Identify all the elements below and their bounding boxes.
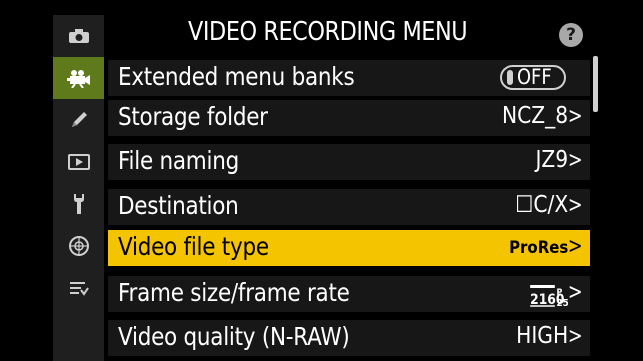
- menu-item-label: Video file type: [118, 232, 269, 261]
- menu-header: VIDEO RECORDING MENU ?: [104, 15, 600, 55]
- camera-menu-screen: VIDEO RECORDING MENU ? Extended menu ban…: [0, 0, 643, 361]
- toggle-knob: [507, 70, 513, 85]
- chevron-right-icon: >: [567, 280, 583, 305]
- menu-item-frame-size-frame-rate[interactable]: Frame size/frame rate 2160 P 25 >: [108, 276, 590, 312]
- menu-item-video-file-type[interactable]: Video file type ProRes >: [108, 230, 590, 266]
- toggle-value: OFF: [517, 65, 552, 89]
- tab-my-menu[interactable]: [53, 267, 104, 309]
- network-icon: [68, 236, 89, 256]
- wrench-icon: [73, 194, 84, 214]
- menu-item-value: ProRes: [508, 238, 568, 258]
- chevron-right-icon: >: [567, 148, 583, 173]
- menu-list: Extended menu banks OFF Storage folder N…: [108, 56, 590, 361]
- menu-item-label: Extended menu banks: [118, 62, 355, 91]
- menu-item-value: JZ9: [535, 147, 568, 173]
- pencil-icon: [71, 112, 87, 127]
- menu-item-destination[interactable]: Destination ☐C/X >: [108, 189, 590, 225]
- menu-item-label: Frame size/frame rate: [118, 278, 350, 307]
- menu-item-label: File naming: [118, 146, 239, 175]
- playback-icon: [67, 154, 90, 170]
- menu-item-label: Destination: [118, 191, 239, 220]
- 2160p-25-icon: 2160 P 25: [530, 284, 568, 308]
- menu-item-value: ☐C/X: [515, 192, 568, 218]
- toggle-switch[interactable]: OFF: [500, 65, 566, 90]
- menu-item-storage-folder[interactable]: Storage folder NCZ_8 >: [108, 100, 590, 136]
- menu-item-extended-menu-banks[interactable]: Extended menu banks OFF: [108, 60, 590, 96]
- menu-item-value: NCZ_8: [501, 103, 568, 129]
- tab-photo-shooting[interactable]: [53, 15, 104, 57]
- tab-playback[interactable]: [53, 141, 104, 183]
- menu-tabs: [53, 15, 104, 361]
- tab-setup[interactable]: [53, 183, 104, 225]
- chevron-right-icon: >: [567, 324, 583, 349]
- svg-text:P: P: [557, 286, 563, 297]
- movie-camera-icon: [66, 70, 90, 88]
- chevron-right-icon: >: [567, 193, 583, 218]
- scrollbar-thumb[interactable]: [593, 56, 598, 112]
- help-icon[interactable]: ?: [559, 23, 583, 47]
- chevron-right-icon: >: [567, 234, 583, 259]
- frame-rate-text: 25: [557, 297, 568, 307]
- chevron-right-icon: >: [567, 104, 583, 129]
- menu-item-video-quality[interactable]: Video quality (N-RAW) HIGH >: [108, 320, 590, 356]
- menu-item-label: Storage folder: [118, 102, 268, 131]
- menu-item-file-naming[interactable]: File naming JZ9 >: [108, 144, 590, 180]
- menu-item-label: Video quality (N-RAW): [118, 322, 350, 351]
- tab-network[interactable]: [53, 225, 104, 267]
- tab-video-recording[interactable]: [53, 57, 104, 99]
- menu-item-value: HIGH: [515, 323, 568, 349]
- camera-icon: [68, 29, 89, 43]
- tab-custom-settings[interactable]: [53, 99, 104, 141]
- my-menu-icon: [69, 282, 89, 296]
- scrollbar[interactable]: [593, 56, 598, 361]
- menu-item-value: 2160 P 25: [529, 282, 568, 308]
- page-title: VIDEO RECORDING MENU: [188, 17, 468, 47]
